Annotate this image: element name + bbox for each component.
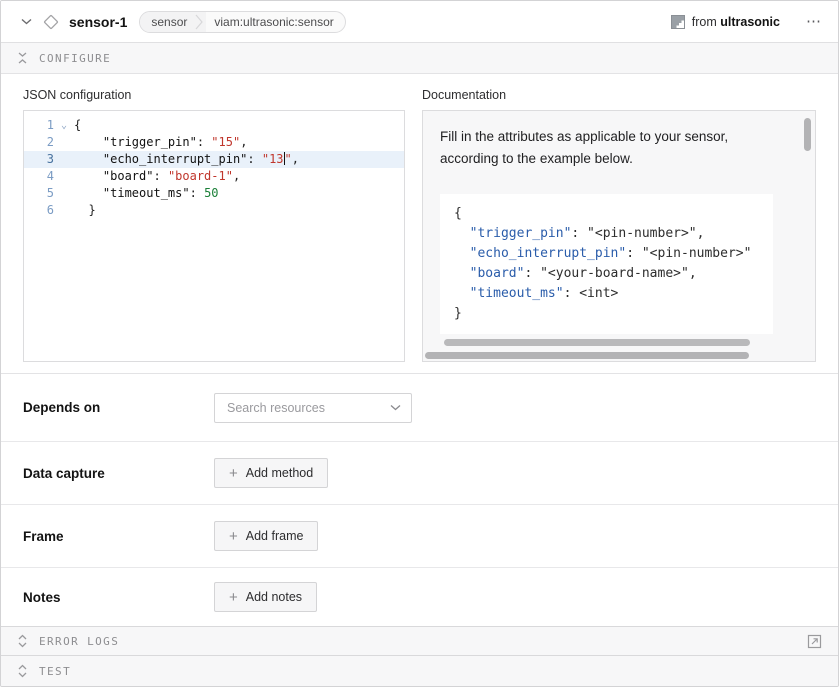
doc-code-line: }	[454, 304, 773, 324]
line-number: 1	[24, 117, 54, 134]
add-notes-button[interactable]: + Add notes	[214, 582, 317, 612]
editor-line[interactable]: 6 }	[24, 202, 404, 219]
component-name: sensor-1	[69, 14, 127, 30]
frame-label: Frame	[23, 529, 214, 544]
component-header: sensor-1 sensor viam:ultrasonic:sensor f…	[1, 1, 838, 43]
expand-section-icon[interactable]	[17, 634, 28, 648]
module-icon	[671, 15, 685, 29]
plus-icon: +	[229, 529, 238, 544]
editor-line-code: "timeout_ms": 50	[74, 185, 219, 202]
configure-section-bar[interactable]: CONFIGURE	[1, 43, 838, 74]
test-section-bar[interactable]: TEST	[1, 655, 838, 686]
test-section-label: TEST	[39, 665, 71, 678]
doc-code-line: "timeout_ms": <int>	[454, 284, 773, 304]
select-chevron-down-icon	[390, 404, 401, 411]
data-capture-label: Data capture	[23, 466, 214, 481]
line-number: 3	[24, 151, 54, 168]
documentation-column: Documentation Fill in the attributes as …	[422, 88, 816, 373]
doc-code-line: {	[454, 204, 773, 224]
frame-row: Frame + Add frame	[1, 505, 838, 568]
data-capture-row: Data capture + Add method	[1, 442, 838, 505]
editor-line-code: "echo_interrupt_pin": "13",	[74, 151, 299, 168]
notes-label: Notes	[23, 590, 214, 605]
from-module-text: from ultrasonic	[692, 15, 780, 29]
fold-gutter	[54, 151, 74, 168]
error-logs-section-bar[interactable]: ERROR LOGS	[1, 626, 838, 655]
documentation-label: Documentation	[422, 88, 816, 102]
json-config-column: JSON configuration 1⌄{2 "trigger_pin": "…	[23, 88, 405, 373]
model-badge-label: viam:ultrasonic:sensor	[206, 12, 344, 32]
documentation-code-example: { "trigger_pin": "<pin-number>", "echo_i…	[440, 194, 773, 334]
editor-line-code: {	[74, 117, 81, 134]
expand-section-icon[interactable]	[17, 664, 28, 678]
from-module-name: ultrasonic	[720, 15, 780, 29]
documentation-intro-text: Fill in the attributes as applicable to …	[440, 126, 785, 170]
code-horizontal-scrollbar[interactable]	[444, 339, 750, 346]
depends-on-label: Depends on	[23, 400, 214, 415]
header-right: from ultrasonic ⋯	[671, 15, 822, 29]
depends-on-row: Depends on Search resources	[1, 374, 838, 442]
doc-horizontal-scrollbar[interactable]	[425, 352, 749, 359]
fold-chevron-icon[interactable]: ⌄	[54, 117, 74, 134]
fold-gutter	[54, 202, 74, 219]
json-config-label: JSON configuration	[23, 88, 405, 102]
editor-line[interactable]: 5 "timeout_ms": 50	[24, 185, 404, 202]
doc-code-line: "trigger_pin": "<pin-number>",	[454, 224, 773, 244]
add-method-button-label: Add method	[246, 466, 313, 480]
documentation-body: Fill in the attributes as applicable to …	[423, 111, 815, 346]
fold-gutter	[54, 168, 74, 185]
add-frame-button[interactable]: + Add frame	[214, 521, 318, 551]
add-method-button[interactable]: + Add method	[214, 458, 328, 488]
editor-line-code: "trigger_pin": "15",	[74, 134, 247, 151]
configure-content: JSON configuration 1⌄{2 "trigger_pin": "…	[1, 74, 838, 374]
component-type-badge: sensor viam:ultrasonic:sensor	[139, 11, 345, 33]
editor-line-code: "board": "board-1",	[74, 168, 240, 185]
doc-vertical-scrollbar[interactable]	[804, 118, 811, 151]
error-logs-section-label: ERROR LOGS	[39, 635, 119, 648]
component-card: sensor-1 sensor viam:ultrasonic:sensor f…	[0, 0, 839, 687]
from-prefix: from	[692, 15, 717, 29]
plus-icon: +	[229, 466, 238, 481]
editor-line[interactable]: 3 "echo_interrupt_pin": "13",	[24, 151, 404, 168]
fold-gutter	[54, 134, 74, 151]
depends-on-select[interactable]: Search resources	[214, 393, 412, 423]
line-number: 2	[24, 134, 54, 151]
doc-code-line: "board": "<your-board-name>",	[454, 264, 773, 284]
editor-line-code: }	[74, 202, 96, 219]
collapse-section-icon[interactable]	[17, 52, 28, 64]
editor-line[interactable]: 1⌄{	[24, 117, 404, 134]
doc-code-line: "echo_interrupt_pin": "<pin-number>"	[454, 244, 773, 264]
editor-line[interactable]: 4 "board": "board-1",	[24, 168, 404, 185]
editor-line[interactable]: 2 "trigger_pin": "15",	[24, 134, 404, 151]
notes-row: Notes + Add notes	[1, 568, 838, 626]
add-notes-button-label: Add notes	[246, 590, 302, 604]
add-frame-button-label: Add frame	[246, 529, 304, 543]
open-logs-external-icon[interactable]	[807, 634, 822, 649]
line-number: 5	[24, 185, 54, 202]
line-number: 6	[24, 202, 54, 219]
fold-gutter	[54, 185, 74, 202]
configure-section-label: CONFIGURE	[39, 52, 111, 65]
badge-chevron-icon	[195, 12, 206, 32]
json-config-editor[interactable]: 1⌄{2 "trigger_pin": "15",3 "echo_interru…	[23, 110, 405, 362]
documentation-panel[interactable]: Fill in the attributes as applicable to …	[422, 110, 816, 362]
depends-on-placeholder: Search resources	[227, 401, 390, 415]
line-number: 4	[24, 168, 54, 185]
collapse-chevron-icon[interactable]	[17, 14, 36, 29]
overflow-menu-button[interactable]: ⋯	[806, 17, 822, 27]
component-diamond-icon	[43, 14, 59, 30]
plus-icon: +	[229, 590, 238, 605]
type-badge-label: sensor	[140, 12, 195, 32]
